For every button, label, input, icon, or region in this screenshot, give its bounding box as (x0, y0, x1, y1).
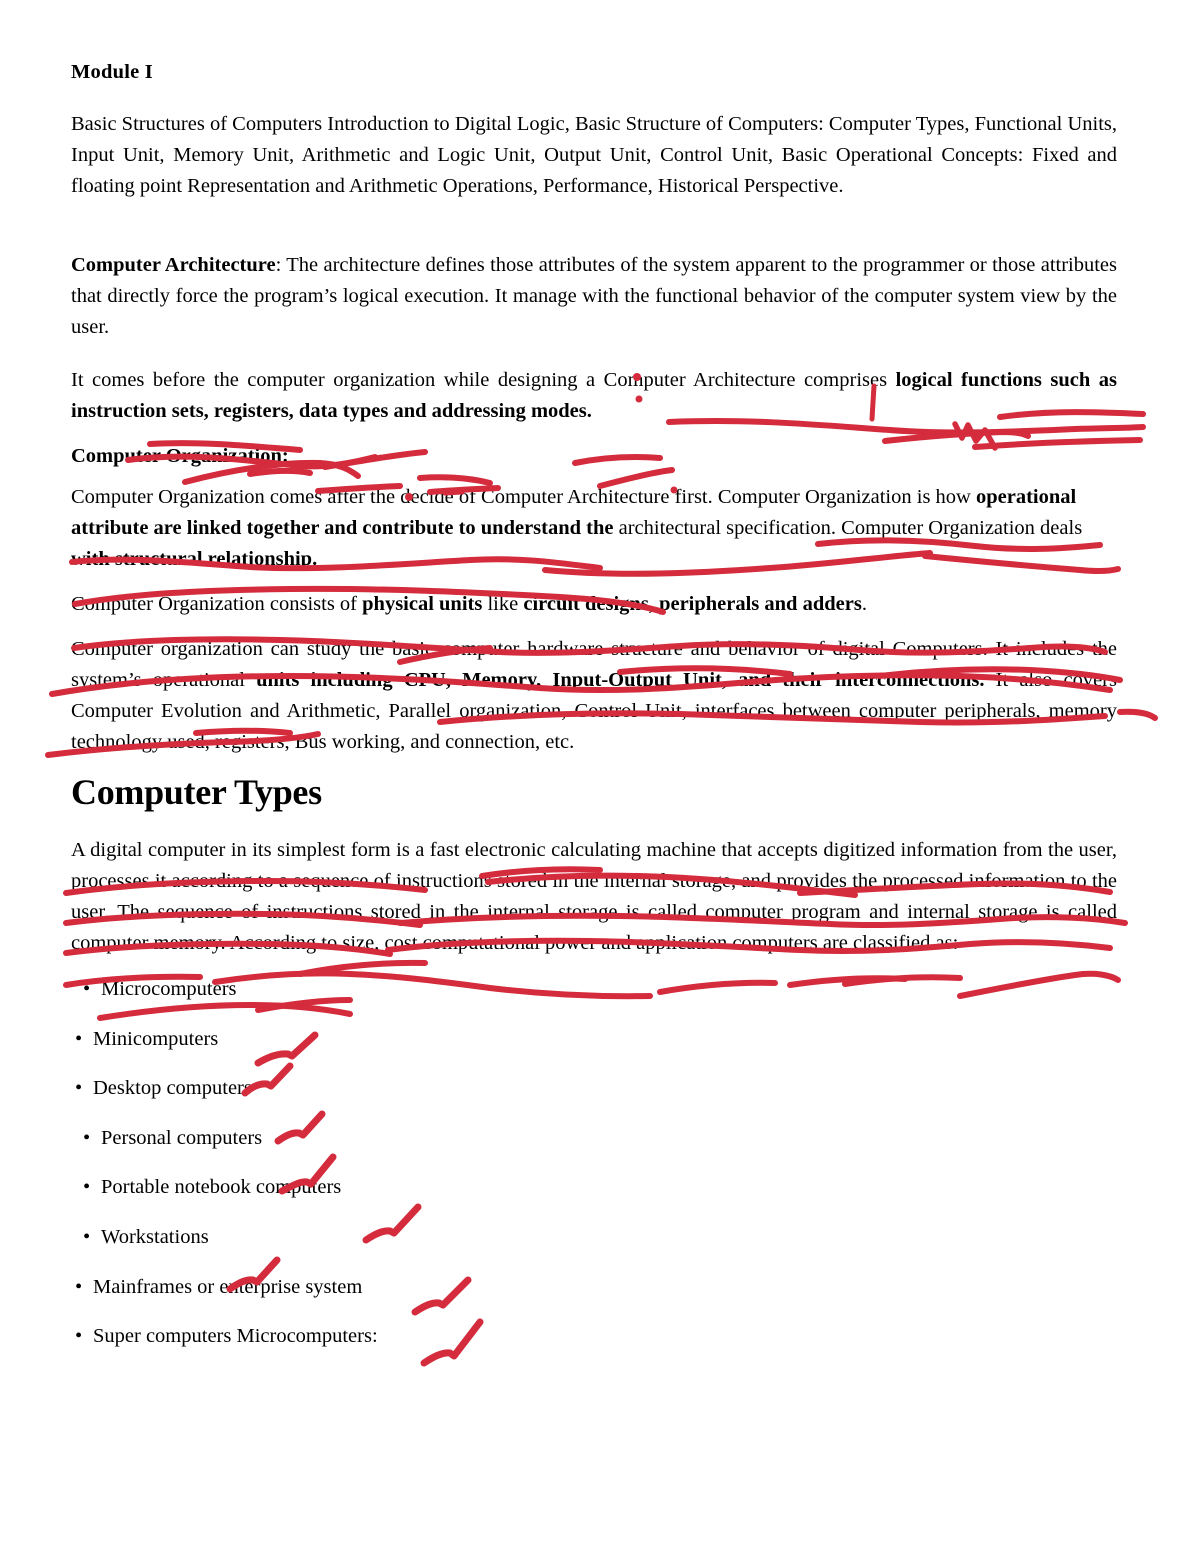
org-p1-bold-b: with structural relationship. (71, 547, 318, 570)
computer-organization-paragraph-3: Computer organization can study the basi… (71, 634, 1117, 758)
list-item: • Desktop computers (71, 1076, 1117, 1101)
list-item-label: Personal computers (101, 1126, 263, 1149)
list-item-label: Minicomputers (93, 1027, 219, 1050)
precedence-plain-text: It comes before the computer organizatio… (71, 368, 896, 391)
org-p2-plain-c: . (861, 592, 867, 615)
document-page: Module I Basic Structures of Computers I… (0, 0, 1200, 1553)
bullet-icon: • (75, 1275, 83, 1298)
page-title: Module I (71, 61, 153, 83)
list-item: • Mainframes or enterprise system (71, 1275, 1117, 1300)
list-item-label: Desktop computers (93, 1077, 252, 1100)
list-item-label: Mainframes or enterprise system (93, 1275, 363, 1298)
computer-types-heading: Computer Types (71, 771, 322, 812)
list-item-label: Portable notebook computers (101, 1176, 342, 1199)
ink-underline (1117, 708, 1158, 721)
list-item: • Workstations (71, 1225, 1117, 1250)
list-item-label: Workstations (101, 1225, 209, 1248)
list-item-label: Super computers Microcomputers: (93, 1325, 378, 1348)
computer-types-intro-paragraph: A digital computer in its simplest form … (71, 838, 1117, 954)
bullet-icon: • (83, 977, 91, 1000)
org-p2-bold-a: physical units (362, 592, 483, 615)
org-p1-plain-a: Computer Organization comes after the de… (71, 485, 976, 508)
computer-organization-paragraph-2: Computer Organization consists of physic… (71, 589, 1117, 620)
org-p2-plain-b: like (482, 592, 524, 615)
computer-organization-heading: Computer Organization: (71, 441, 1117, 472)
computer-architecture-definition: Computer Architecture: The architecture … (71, 250, 1117, 343)
org-p3-bold-a: units including CPU, Memory, Input-Outpu… (256, 668, 985, 691)
bullet-icon: • (83, 1176, 91, 1199)
list-item-label: Microcomputers (101, 977, 237, 1000)
list-item: • Minicomputers (71, 1027, 1117, 1052)
computer-architecture-precedence-paragraph: It comes before the computer organizatio… (71, 365, 1117, 427)
document-body: Module I Basic Structures of Computers I… (71, 60, 1117, 1374)
org-p1-plain-b: architectural specification. Computer Or… (618, 516, 1083, 539)
computer-types-list: • Microcomputers • Minicomputers • Desktop … (71, 977, 1117, 1349)
computer-organization-paragraph-1: Computer Organization comes after the de… (71, 482, 1117, 575)
computer-architecture-label: Computer Architecture (71, 253, 276, 276)
computer-organization-heading-label: Computer Organization: (71, 444, 289, 467)
bullet-icon: • (75, 1325, 83, 1348)
bullet-icon: • (75, 1077, 83, 1100)
list-item: • Microcomputers (71, 977, 1117, 1002)
syllabus-paragraph: Basic Structures of Computers Introducti… (71, 112, 1117, 197)
bullet-icon: • (83, 1126, 91, 1149)
org-p2-plain-a: Computer Organization consists of (71, 592, 363, 615)
bullet-icon: • (83, 1225, 91, 1248)
bullet-icon: • (75, 1027, 83, 1050)
org-p2-bold-b: circuit designs, peripherals and adders (523, 592, 862, 615)
list-item: • Personal computers (71, 1126, 1117, 1151)
list-item: • Portable notebook computers (71, 1175, 1117, 1200)
list-item: • Super computers Microcomputers: (71, 1324, 1117, 1349)
